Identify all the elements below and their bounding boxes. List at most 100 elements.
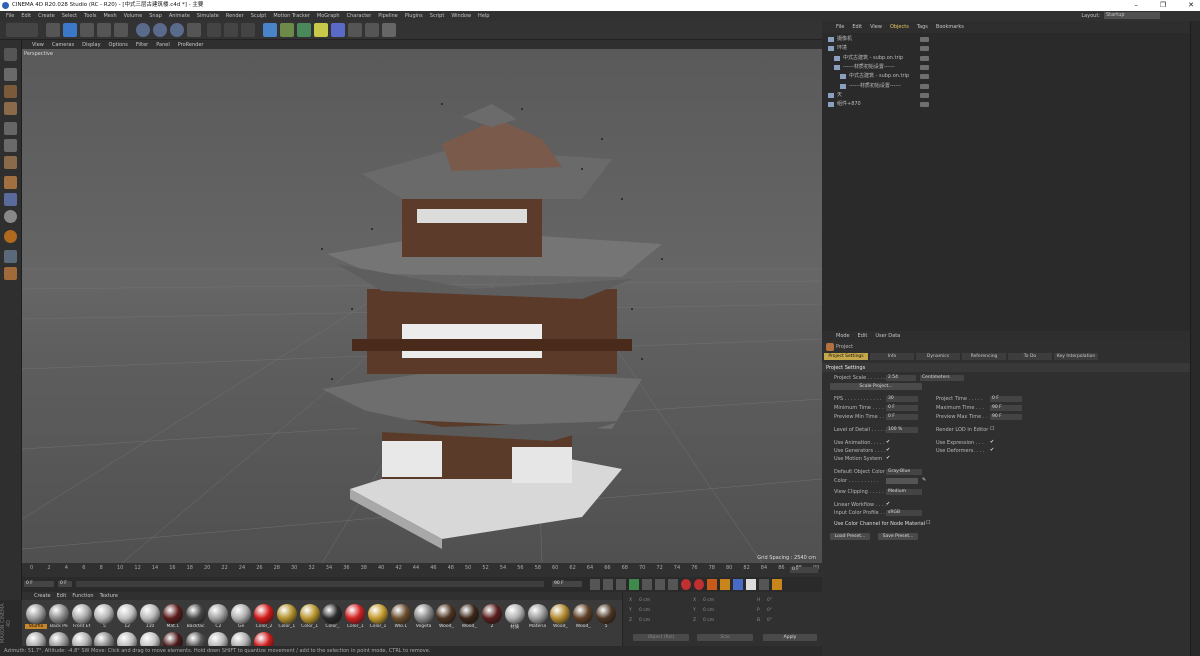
rot-b-field[interactable]: 0° xyxy=(767,618,772,623)
floor-icon[interactable] xyxy=(348,23,362,37)
mat-menu-create[interactable]: Create xyxy=(34,593,51,599)
pos-x-field[interactable]: 0 cm xyxy=(639,598,650,603)
object-row[interactable]: 天 xyxy=(826,91,1186,100)
apply-button[interactable]: Apply xyxy=(763,634,817,641)
scale-project-button[interactable]: Scale Project... xyxy=(830,383,922,390)
menu-edit[interactable]: Edit xyxy=(21,13,31,19)
model-mode-icon[interactable] xyxy=(4,68,17,81)
z-axis-icon[interactable] xyxy=(170,23,184,37)
color-swatch[interactable] xyxy=(886,478,918,484)
edges-mode-icon[interactable] xyxy=(4,139,17,152)
quantize-icon[interactable] xyxy=(4,230,17,243)
tab-referencing[interactable]: Referencing xyxy=(962,353,1006,360)
viewport-menu-options[interactable]: Options xyxy=(109,42,128,48)
menu-pipeline[interactable]: Pipeline xyxy=(378,13,398,19)
viewport-perspective[interactable]: Perspective Grid Spacing : 2540 cm xyxy=(22,49,822,563)
visibility-toggle-icon[interactable] xyxy=(920,83,929,89)
fps-field[interactable]: 30 xyxy=(886,396,918,402)
viewport-menu-cameras[interactable]: Cameras xyxy=(52,42,74,48)
rotation-key-icon[interactable] xyxy=(746,579,756,590)
material-swatch[interactable] xyxy=(390,604,411,624)
render-view-icon[interactable] xyxy=(207,23,221,37)
render-lod-checkbox[interactable]: ☐ xyxy=(990,426,994,432)
attr-menu-user-data[interactable]: User Data xyxy=(875,333,900,339)
obj-menu-view[interactable]: View xyxy=(870,24,882,30)
play-icon[interactable] xyxy=(629,579,639,590)
undo-redo-icon[interactable] xyxy=(6,23,38,37)
autokey-icon[interactable] xyxy=(694,579,704,590)
param-key-icon[interactable] xyxy=(759,579,769,590)
material-swatch[interactable] xyxy=(345,604,366,624)
attr-menu-edit[interactable]: Edit xyxy=(858,333,868,339)
tab-todo[interactable]: To Do xyxy=(1008,353,1052,360)
menu-script[interactable]: Script xyxy=(430,13,445,19)
cube-icon[interactable] xyxy=(263,23,277,37)
move-icon[interactable] xyxy=(63,23,77,37)
close-icon[interactable]: ✕ xyxy=(1188,0,1194,11)
next-frame-icon[interactable] xyxy=(642,579,652,590)
object-row[interactable]: 摄像机 xyxy=(826,35,1186,44)
eyedropper-icon[interactable]: ✎ xyxy=(922,477,926,483)
obj-menu-edit[interactable]: Edit xyxy=(852,24,862,30)
mat-menu-texture[interactable]: Texture xyxy=(100,593,118,599)
max-time-field[interactable]: 90 F xyxy=(990,405,1022,411)
use-motion-system-checkbox[interactable]: ✔ xyxy=(886,455,890,461)
next-key-icon[interactable] xyxy=(655,579,665,590)
viewport-menu-display[interactable]: Display xyxy=(82,42,100,48)
light-icon[interactable] xyxy=(382,23,396,37)
workplane-icon[interactable] xyxy=(4,102,17,115)
material-swatch[interactable] xyxy=(254,604,274,624)
size-x-field[interactable]: 0 cm xyxy=(703,598,714,603)
material-swatch[interactable] xyxy=(117,604,138,624)
menu-render[interactable]: Render xyxy=(226,13,244,19)
minimize-icon[interactable]: – xyxy=(1134,0,1138,11)
material-swatch[interactable] xyxy=(208,604,229,624)
menu-motion-tracker[interactable]: Motion Tracker xyxy=(273,13,310,19)
material-swatch[interactable] xyxy=(231,604,252,624)
mat-menu-edit[interactable]: Edit xyxy=(57,593,67,599)
prev-key-icon[interactable] xyxy=(603,579,613,590)
object-row[interactable]: 中式古建筑 - subp.on.trip xyxy=(826,54,1186,63)
live-selection-icon[interactable] xyxy=(46,23,60,37)
material-swatch[interactable] xyxy=(322,604,343,624)
goto-end-icon[interactable] xyxy=(668,579,678,590)
make-editable-icon[interactable] xyxy=(4,48,17,61)
menu-create[interactable]: Create xyxy=(38,13,55,19)
keyframe-selection-icon[interactable] xyxy=(707,579,717,590)
recent-tools-icon[interactable] xyxy=(114,23,128,37)
timeline-ruler[interactable]: 0 2 4 6 8 10 12 14 16 18 20 22 24 26 28 30 32 34 36 38 40 42 4… xyxy=(22,563,822,577)
axis-mode-icon[interactable] xyxy=(4,176,17,189)
visibility-toggle-icon[interactable] xyxy=(920,102,929,108)
timeline-layout-icon[interactable] xyxy=(772,579,782,590)
coord-mode-select[interactable]: Object (Rel) xyxy=(633,634,689,641)
input-color-profile-select[interactable]: sRGB xyxy=(886,510,922,516)
use-generators-checkbox[interactable]: ✔ xyxy=(886,447,890,453)
use-animation-checkbox[interactable]: ✔ xyxy=(886,439,890,445)
menu-sculpt[interactable]: Sculpt xyxy=(251,13,267,19)
min-time-field[interactable]: 0 F xyxy=(886,405,918,411)
material-swatch[interactable] xyxy=(459,604,480,624)
obj-menu-bookmarks[interactable]: Bookmarks xyxy=(936,24,964,30)
menu-file[interactable]: File xyxy=(6,13,14,19)
view-clipping-select[interactable]: Medium xyxy=(886,489,922,495)
object-row[interactable]: 中式古建筑 - subp.on.trip xyxy=(826,72,1186,81)
save-preset-button[interactable]: Save Preset... xyxy=(878,533,918,540)
pen-icon[interactable] xyxy=(280,23,294,37)
object-row[interactable]: ------材质初始设置------ xyxy=(826,82,1186,91)
pos-z-field[interactable]: 0 cm xyxy=(639,618,650,623)
snapping-icon[interactable] xyxy=(4,210,17,223)
material-swatch[interactable] xyxy=(94,604,115,624)
x-axis-icon[interactable] xyxy=(136,23,150,37)
position-key-icon[interactable] xyxy=(720,579,730,590)
linear-workflow-checkbox[interactable]: ✔ xyxy=(886,501,890,507)
rot-p-field[interactable]: 0° xyxy=(767,608,772,613)
rotate-icon[interactable] xyxy=(97,23,111,37)
scale-key-icon[interactable] xyxy=(733,579,743,590)
menu-volume[interactable]: Volume xyxy=(124,13,143,19)
material-swatch[interactable] xyxy=(276,604,297,624)
goto-start-icon[interactable] xyxy=(590,579,600,590)
viewport-menu-panel[interactable]: Panel xyxy=(156,42,170,48)
material-swatch[interactable] xyxy=(504,604,525,624)
prev-frame-icon[interactable] xyxy=(616,579,626,590)
object-row[interactable]: ------材质初始设置------ xyxy=(826,63,1186,72)
